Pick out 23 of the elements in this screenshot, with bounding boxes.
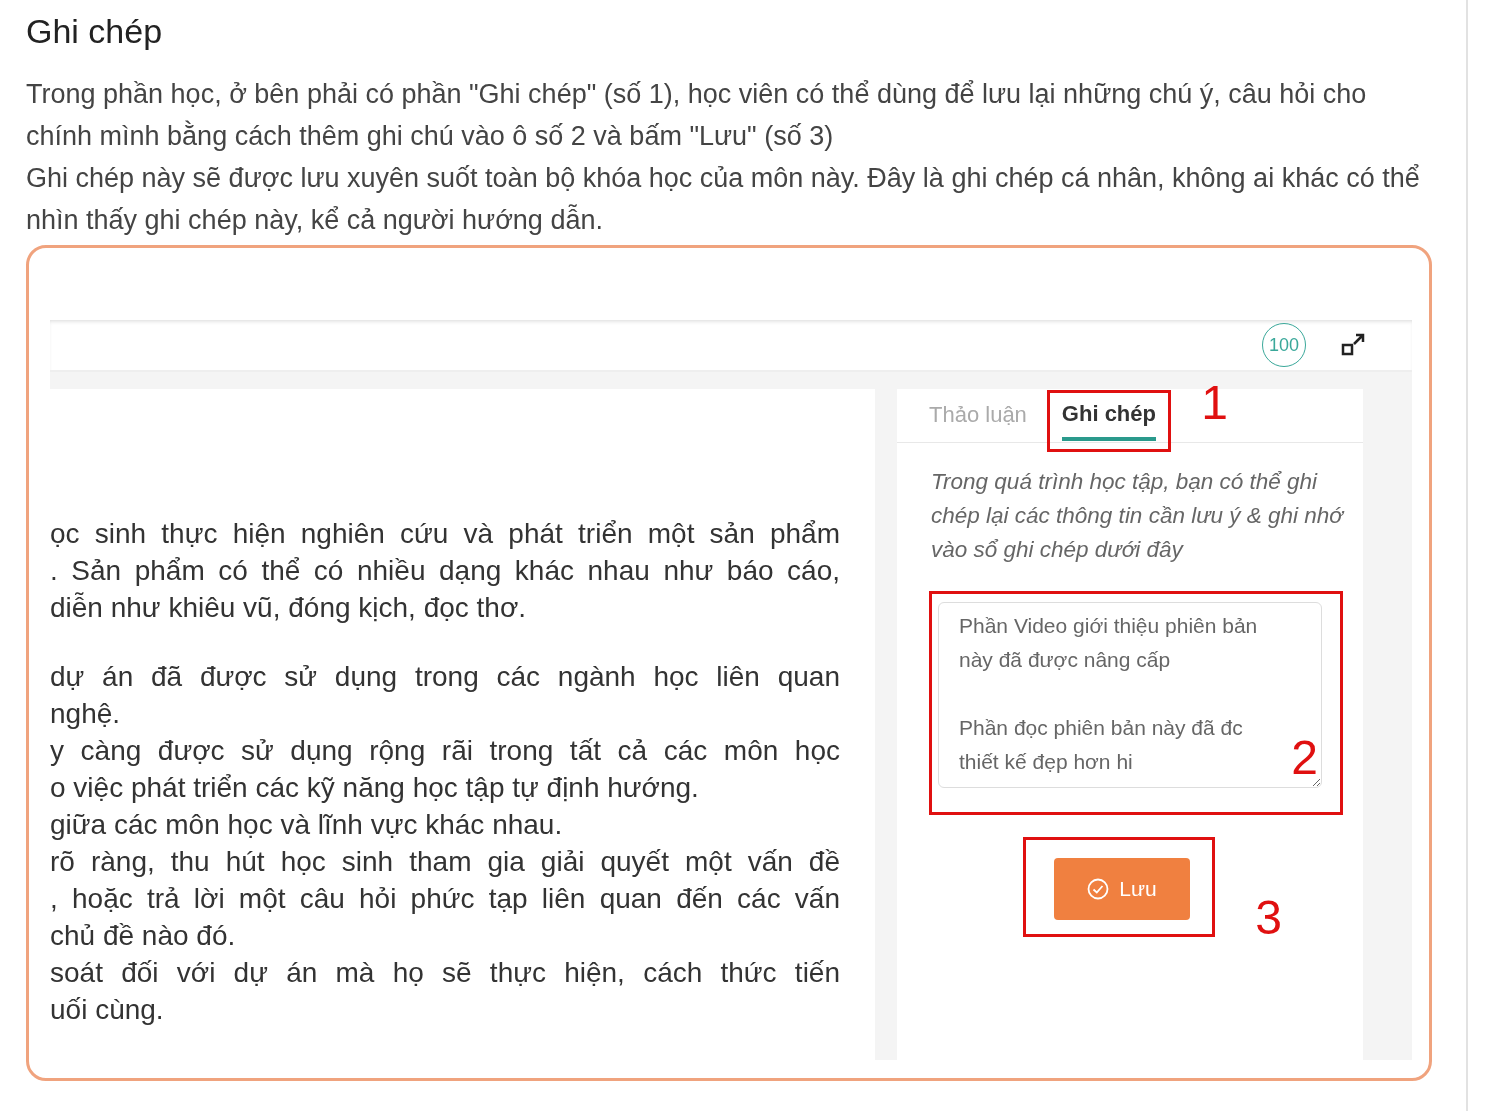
lesson-text-line: rõ ràng, thu hút học sinh tham gia giải quyết một vấn đề [50, 845, 840, 879]
lesson-text-line: y càng được sử dụng rộng rãi trong tất cả các môn học [50, 734, 840, 768]
lesson-text-line: ọc sinh thực hiện nghiên cứu và phát triển một sản phẩm [50, 517, 840, 551]
lesson-text-line: diễn như khiêu vũ, đóng kịch, đọc thơ. [50, 591, 527, 625]
lesson-text-line: giữa các môn học và lĩnh vực khác nhau. [50, 808, 563, 842]
tab[interactable]: Ghi chép [1061, 393, 1156, 441]
paragraph: Ghi chép này sẽ được lưu xuyên suốt toàn bộ khóa học của môn này. Đây là ghi chép cá nhân, không ai khác có thể nhìn thấy ghi chép này, kể cả người hướng dẫn. [26, 162, 1421, 237]
section-heading: Ghi chép [26, 12, 164, 51]
callout-number: 3 [1255, 894, 1282, 942]
lesson-text-line: . Sản phẩm có thể có nhiều dạng khác nhau như báo cáo, [50, 554, 840, 588]
callout-number: 2 [1291, 734, 1318, 782]
expand-icon[interactable] [1340, 332, 1366, 358]
lesson-text-line: , hoặc trả lời một câu hỏi phức tạp liên quan đến các vấn [50, 882, 840, 916]
check-circle-icon [1087, 878, 1110, 900]
lesson-text-line: dự án đã được sử dụng trong các ngành học liên quan [50, 660, 840, 694]
lesson-text-line: soát đối với dự án mà họ sẽ thực hiện, cách thức tiến [50, 956, 840, 990]
paragraph: Trong phần học, ở bên phải có phần "Ghi chép" (số 1), học viên có thể dùng để lưu lại những chú ý, câu hỏi cho chính mình bằng cách thêm ghi chú vào ô số 2 và bấm "Lưu" (số 3) [26, 78, 1368, 153]
lesson-text-line: o việc phát triển các kỹ năng học tập tự định hướng. [50, 771, 699, 805]
callout-number: 1 [1201, 379, 1228, 427]
lesson-text-line: chủ đề nào đó. [50, 919, 236, 953]
lesson-text-line: nghệ. [50, 697, 121, 731]
lesson-text-line: uối cùng. [50, 993, 164, 1027]
notes-description: Trong quá trình học tập, bạn có thể ghi chép lại các thông tin cần lưu ý & ghi nhớ vào sổ ghi chép dưới đây [931, 468, 1346, 564]
